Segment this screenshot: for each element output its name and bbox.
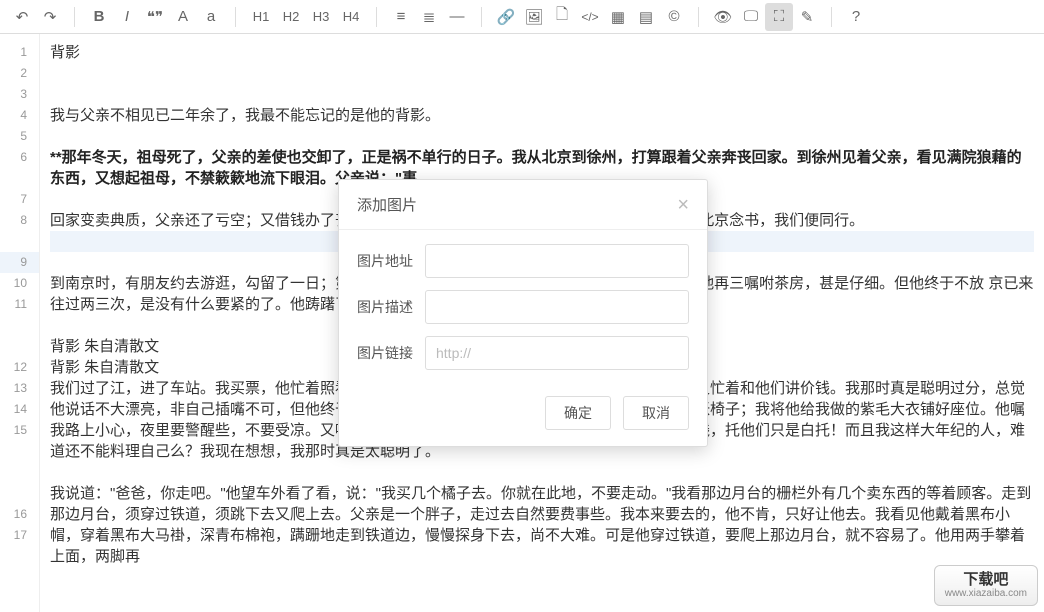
- watermark-url: www.xiazaiba.com: [945, 588, 1027, 599]
- watermark-title: 下载吧: [963, 572, 1008, 589]
- image-url-input[interactable]: [425, 244, 689, 278]
- watermark-badge: 下载吧 www.xiazaiba.com: [934, 565, 1038, 607]
- image-link-label: 图片链接: [357, 343, 425, 363]
- dialog-header: 添加图片 ×: [339, 180, 707, 230]
- ok-button[interactable]: 确定: [545, 396, 611, 430]
- modal-overlay: 添加图片 × 图片地址 图片描述 图片链接 确定 取消: [0, 0, 1044, 612]
- close-icon[interactable]: ×: [677, 195, 689, 215]
- image-url-label: 图片地址: [357, 251, 425, 271]
- cancel-button[interactable]: 取消: [623, 396, 689, 430]
- dialog-footer: 确定 取消: [339, 386, 707, 446]
- image-alt-input[interactable]: [425, 290, 689, 324]
- image-dialog: 添加图片 × 图片地址 图片描述 图片链接 确定 取消: [338, 179, 708, 447]
- dialog-title: 添加图片: [357, 194, 417, 215]
- image-alt-label: 图片描述: [357, 297, 425, 317]
- dialog-body: 图片地址 图片描述 图片链接: [339, 230, 707, 386]
- image-link-input[interactable]: [425, 336, 689, 370]
